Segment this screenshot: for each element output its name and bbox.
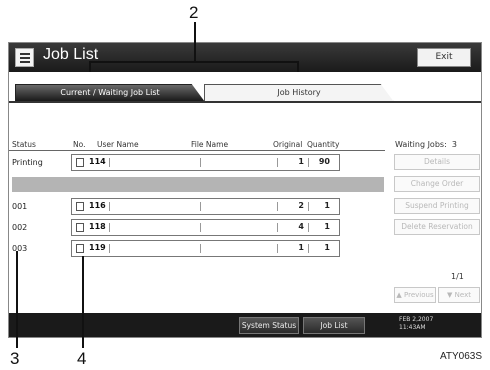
job-originals: 4	[298, 222, 304, 231]
callout-2-bracket	[89, 61, 298, 63]
job-originals: 1	[298, 157, 304, 166]
job-quantity: 1	[324, 243, 330, 252]
callout-3-leader	[16, 251, 18, 348]
list-icon	[15, 48, 34, 67]
job-row[interactable]: 114 1 90	[71, 154, 340, 171]
row-status: 003	[12, 244, 28, 253]
tab-job-history[interactable]: Job History	[204, 84, 394, 102]
previous-button[interactable]: ▲ Previous	[394, 287, 436, 303]
waiting-jobs-count: 3	[451, 140, 457, 149]
header-status: Status	[12, 140, 36, 149]
job-number: 114	[89, 157, 106, 166]
page-indicator: 1/1	[451, 272, 464, 281]
separator-band	[12, 177, 384, 192]
tab-underline	[9, 101, 481, 103]
date-time: FEB 2,2007 11:43AM	[399, 316, 434, 331]
suspend-printing-button[interactable]: Suspend Printing	[394, 198, 480, 214]
job-number: 118	[89, 222, 106, 231]
job-list-button[interactable]: Job List	[303, 317, 365, 334]
header-user-name: User Name	[97, 140, 139, 149]
document-icon	[76, 158, 84, 167]
job-originals: 2	[298, 201, 304, 210]
callout-4-leader	[82, 256, 84, 348]
triangle-down-icon: ▼	[447, 291, 453, 299]
triangle-up-icon: ▲	[396, 291, 402, 299]
system-status-button[interactable]: System Status	[239, 317, 299, 334]
header-quantity: Quantity	[307, 140, 340, 149]
callout-3: 3	[10, 349, 20, 368]
document-icon	[76, 223, 84, 232]
callout-2-bracket-right	[297, 61, 299, 72]
job-row[interactable]: 118 4 1	[71, 219, 340, 236]
row-status: 002	[12, 223, 28, 232]
details-button[interactable]: Details	[394, 154, 480, 170]
callout-2: 2	[189, 3, 199, 22]
job-originals: 1	[298, 243, 304, 252]
header-no: No.	[73, 140, 86, 149]
header-divider	[9, 150, 385, 151]
figure-id: ATY063S	[439, 351, 482, 362]
delete-reservation-button[interactable]: Delete Reservation	[394, 219, 480, 235]
callout-2-bracket-left	[89, 61, 91, 72]
header-original: Original	[273, 140, 303, 149]
job-row[interactable]: 119 1 1	[71, 240, 340, 257]
change-order-button[interactable]: Change Order	[394, 176, 480, 192]
job-list-screen: Job List Exit Current / Waiting Job List…	[8, 42, 482, 338]
callout-4: 4	[77, 349, 87, 368]
exit-button[interactable]: Exit	[417, 48, 471, 67]
next-button[interactable]: ▼ Next	[438, 287, 480, 303]
job-quantity: 90	[318, 157, 330, 166]
job-quantity: 1	[324, 201, 330, 210]
tab-current-waiting-job-list[interactable]: Current / Waiting Job List	[15, 84, 205, 102]
waiting-jobs-label: Waiting Jobs: 3	[395, 140, 457, 149]
job-number: 116	[89, 201, 106, 210]
status-bar: System Status Job List FEB 2,2007 11:43A…	[9, 313, 481, 337]
title-bar: Job List Exit	[9, 43, 481, 72]
job-row[interactable]: 116 2 1	[71, 198, 340, 215]
header-file-name: File Name	[191, 140, 229, 149]
document-icon	[76, 244, 84, 253]
row-status: Printing	[12, 158, 43, 167]
job-number: 119	[89, 243, 106, 252]
job-quantity: 1	[324, 222, 330, 231]
callout-2-leader	[194, 22, 196, 61]
row-status: 001	[12, 202, 28, 211]
document-icon	[76, 202, 84, 211]
